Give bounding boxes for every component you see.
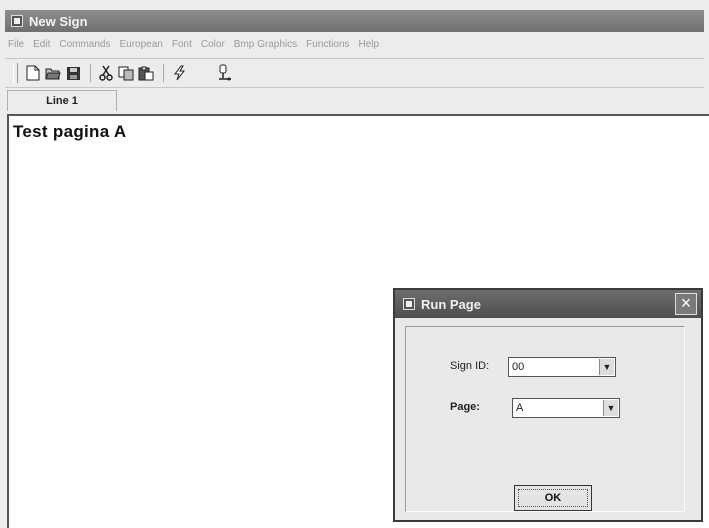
toolbar-separator [90, 64, 91, 82]
sign-id-label: Sign ID: [450, 360, 490, 372]
toolbar [5, 58, 704, 88]
menu-font[interactable]: Font [172, 39, 192, 50]
dialog-app-icon [403, 298, 415, 310]
title-bar[interactable]: New Sign [5, 10, 704, 32]
menu-color[interactable]: Color [201, 39, 225, 50]
sign-id-value: 00 [512, 361, 525, 373]
new-file-icon[interactable] [24, 64, 42, 82]
menu-edit[interactable]: Edit [33, 39, 50, 50]
menu-european[interactable]: European [120, 39, 163, 50]
page-value: A [516, 402, 524, 414]
tab-strip: Line 1 [5, 88, 704, 112]
page-label: Page: [450, 401, 480, 413]
toolbar-separator [163, 64, 164, 82]
ok-button-label: OK [518, 489, 588, 507]
toolbar-grip[interactable] [13, 63, 18, 83]
cut-icon[interactable] [97, 64, 115, 82]
menu-file[interactable]: File [8, 39, 24, 50]
chevron-down-icon[interactable]: ▼ [603, 400, 618, 416]
dialog-title: Run Page [421, 296, 481, 312]
menu-functions[interactable]: Functions [306, 39, 349, 50]
sign-id-select[interactable]: 00 ▼ [508, 357, 616, 377]
app-window: New Sign File Edit Commands European Fon… [0, 0, 709, 528]
tab-line-1[interactable]: Line 1 [7, 90, 117, 111]
editor-text[interactable]: Test pagina A [13, 122, 126, 142]
run-page-dialog: Run Page × Sign ID: 00 ▼ Page: A ▼ OK [393, 288, 703, 522]
copy-icon[interactable] [117, 64, 135, 82]
dialog-title-bar[interactable]: Run Page × [395, 290, 701, 318]
app-icon [11, 15, 23, 27]
send-icon[interactable] [170, 64, 188, 82]
chevron-down-icon[interactable]: ▼ [599, 359, 614, 375]
menu-commands[interactable]: Commands [59, 39, 110, 50]
close-icon[interactable]: × [675, 293, 697, 315]
menu-help[interactable]: Help [359, 39, 380, 50]
dialog-group: Sign ID: 00 ▼ Page: A ▼ OK [405, 326, 685, 512]
menu-bar: File Edit Commands European Font Color B… [5, 34, 704, 54]
page-select[interactable]: A ▼ [512, 398, 620, 418]
open-folder-icon[interactable] [44, 64, 62, 82]
paste-icon[interactable] [137, 64, 155, 82]
window-title: New Sign [29, 13, 88, 29]
menu-bmp-graphics[interactable]: Bmp Graphics [234, 39, 297, 50]
ok-button[interactable]: OK [514, 485, 592, 511]
save-icon[interactable] [64, 64, 82, 82]
connection-icon[interactable] [216, 64, 234, 82]
